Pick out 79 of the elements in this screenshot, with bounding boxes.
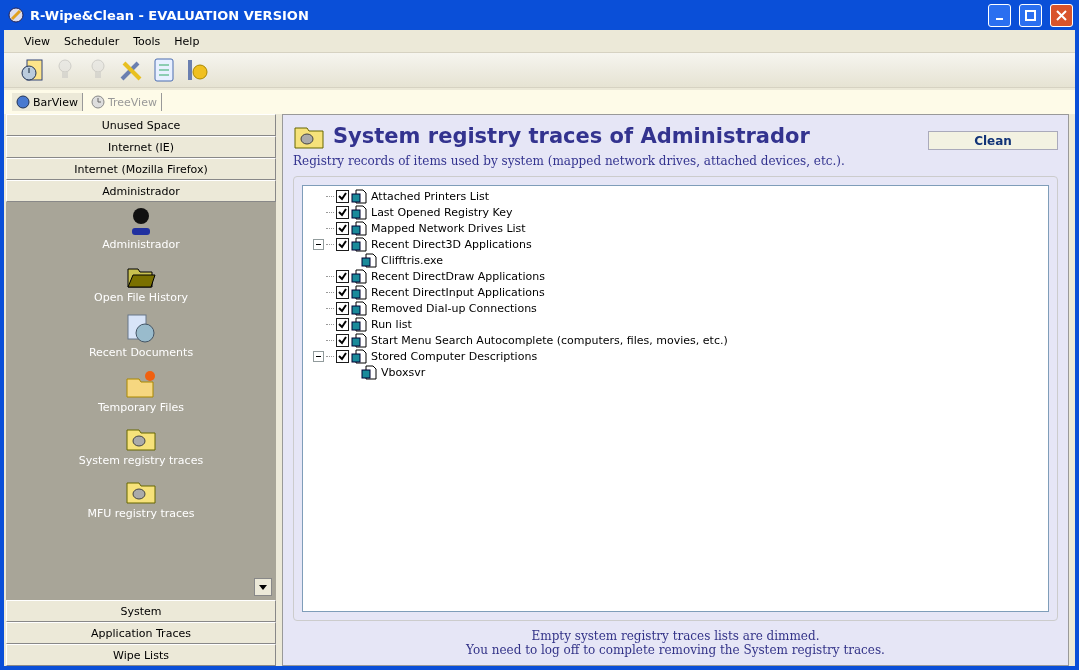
menu-item[interactable]: View [18, 32, 57, 50]
clock-icon [90, 95, 105, 109]
checkbox[interactable] [336, 221, 349, 235]
menu-item[interactable]: Tools [127, 32, 167, 50]
sidebar-item-label: Recent Documents [88, 346, 194, 359]
sidebar-group-header[interactable]: Application Traces [6, 622, 276, 644]
checkbox[interactable] [336, 317, 349, 331]
checkbox[interactable] [336, 301, 349, 315]
checkbox[interactable] [336, 285, 349, 299]
caret-down-icon [259, 584, 267, 590]
menu-item[interactable]: Help [168, 32, 206, 50]
sidebar-item-label: MFU registry traces [87, 507, 195, 520]
tree-item[interactable]: Removed Dial-up Connections [369, 301, 537, 315]
checkbox[interactable] [336, 349, 349, 363]
registry-file-icon [351, 268, 367, 284]
toolbar-button[interactable] [18, 56, 45, 84]
minimize-button[interactable] [988, 3, 1011, 27]
tree-item[interactable]: Recent DirectDraw Applications [369, 269, 545, 283]
sidebar-item-label: Open File History [94, 291, 188, 304]
note-text: You need to log off to complete removing the System registry traces. [465, 643, 886, 657]
minimize-icon [996, 18, 1003, 20]
collapse-toggle[interactable] [313, 238, 324, 250]
tree-item[interactable]: Mapped Network Drives List [369, 221, 526, 235]
view-tab[interactable]: BarView [12, 93, 83, 111]
user-silhouette-icon [129, 206, 153, 236]
close-button[interactable] [1050, 3, 1073, 27]
registry-file-icon [361, 252, 377, 268]
registry-file-icon [351, 300, 367, 316]
registry-file-icon [351, 316, 367, 332]
registry-file-icon [351, 236, 367, 252]
sidebar-group-header[interactable]: Administrador [6, 180, 276, 202]
light-bulb-icon [90, 59, 105, 81]
page-title: System registry traces of Administrador [333, 123, 811, 148]
window-title: R-Wipe&Clean - EVALUATION VERSION [30, 7, 310, 23]
checkbox[interactable] [336, 237, 349, 251]
list-document-icon [153, 58, 174, 82]
tree-item[interactable]: Start Menu Search Autocomplete (computers, files, movies, etc.) [369, 333, 728, 347]
checkbox[interactable] [336, 333, 349, 347]
sidebar-item-label: Administrador [102, 238, 180, 251]
sidebar-item-label: Temporary Files [98, 401, 184, 414]
globe-icon [16, 95, 30, 109]
registry-file-icon [351, 348, 367, 364]
checkbox[interactable] [336, 189, 349, 203]
tree-item[interactable]: Recent Direct3D Applications [369, 237, 532, 251]
registry-file-icon [351, 332, 367, 348]
page-description: Registry records of items used by system (mapped network drives, attached devices, etc.). [293, 154, 846, 168]
scroll-down-button[interactable] [254, 578, 272, 596]
tree-item[interactable]: Attached Printers List [369, 189, 489, 203]
checkbox[interactable] [336, 205, 349, 219]
sidebar-group-header[interactable]: System [6, 600, 276, 622]
clean-button[interactable]: Clean [928, 131, 1058, 150]
tree-item[interactable]: Run list [369, 317, 412, 331]
clock-document-icon [19, 58, 44, 82]
sidebar-group-header[interactable]: Internet (Mozilla Firefox) [6, 158, 276, 180]
document-clock-icon [126, 314, 156, 344]
tree-item[interactable]: Stored Computer Descriptions [369, 349, 538, 363]
maximize-icon [1025, 9, 1036, 21]
maximize-button[interactable] [1019, 3, 1042, 27]
tree-item[interactable]: Vboxsvr [379, 365, 426, 379]
registry-file-icon [351, 284, 367, 300]
collapse-toggle[interactable] [313, 350, 324, 362]
note-text: Empty system registry traces lists are dimmed. [530, 629, 821, 643]
registry-file-icon [351, 188, 367, 204]
sidebar-group-header[interactable]: Internet (IE) [6, 136, 276, 158]
tree-item[interactable]: Last Opened Registry Key [369, 205, 513, 219]
menu-item[interactable]: Scheduler [58, 32, 126, 50]
app-logo-icon [8, 7, 24, 23]
registry-file-icon [361, 364, 377, 380]
sidebar-group-header[interactable]: Unused Space [6, 114, 276, 136]
sidebar-item-label: System registry traces [78, 454, 204, 467]
sidebar-group-header[interactable]: Wipe Lists [6, 644, 276, 666]
registry-file-icon [351, 220, 367, 236]
light-bulb-icon [57, 59, 72, 81]
temp-folder-icon [125, 369, 157, 399]
close-icon [1056, 9, 1067, 21]
checkbox[interactable] [336, 269, 349, 283]
registry-file-icon [351, 204, 367, 220]
tree-item[interactable]: Recent DirectInput Applications [369, 285, 545, 299]
tree-item[interactable]: Clifftris.exe [379, 253, 443, 267]
